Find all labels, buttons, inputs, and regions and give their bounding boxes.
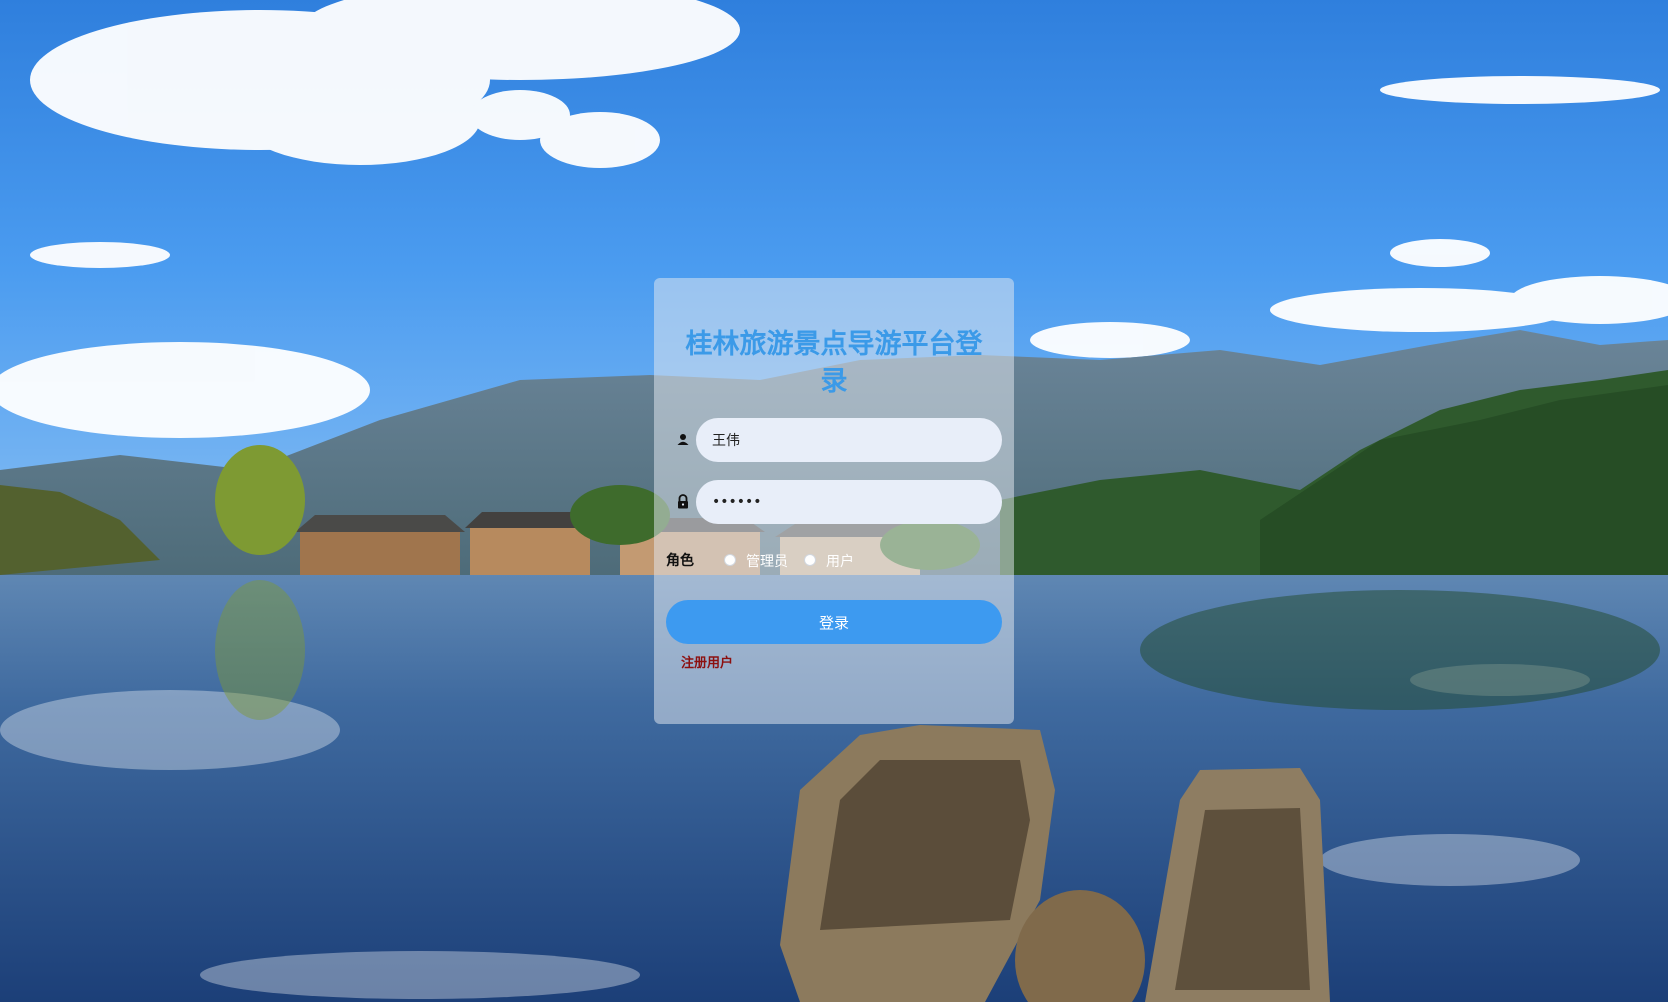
role-option-admin[interactable]: 管理员 [724,548,799,572]
radio-admin[interactable] [724,554,736,566]
username-row [654,418,1014,462]
role-option-user[interactable]: 用户 [804,548,864,572]
user-icon [677,434,689,445]
login-title: 桂林旅游景点导游平台登录 [685,329,983,397]
radio-user[interactable] [804,554,816,566]
register-link[interactable]: 注册用户 [681,652,733,671]
password-row [654,480,1014,524]
lock-icon [678,494,688,509]
role-selector: 角色 管理员 用户 [666,548,1006,572]
password-input[interactable] [696,480,1002,524]
login-page: 桂林旅游景点导游平台登录 角色 管理员 用户 [0,0,1668,1002]
role-option-user-label: 用户 [826,554,854,570]
username-input[interactable] [696,418,1002,462]
role-option-admin-label: 管理员 [746,554,788,570]
login-form-card: 桂林旅游景点导游平台登录 角色 管理员 用户 [654,278,1014,724]
role-label: 角色 [666,553,694,569]
login-button[interactable]: 登录 [666,600,1002,644]
